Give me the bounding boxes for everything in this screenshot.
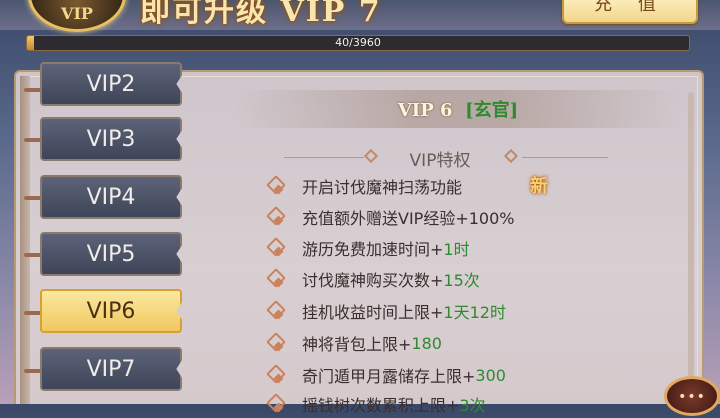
perk-text: 摇钱树次数累积上限+ <box>302 396 460 415</box>
rank-label: [玄官] <box>465 100 519 121</box>
perk-item: 摇钱树次数累积上限+ 3次 <box>266 390 486 418</box>
perk-item: 充值额外赠送VIP经验+100% <box>266 203 514 231</box>
perk-item: 讨伐魔神购买次数+ 15次 <box>266 265 480 293</box>
detail-title: VIP 6 [玄官] <box>234 96 682 122</box>
tab-peg <box>24 253 42 257</box>
perk-item: 开启讨伐魔神扫荡功能 <box>266 172 462 200</box>
vip-level-label: VIP 6 <box>397 100 453 121</box>
tab-vip7[interactable]: VIP7 <box>40 347 182 391</box>
perk-item: 奇门遁甲月露储存上限+ 300 <box>266 361 506 389</box>
perk-value: 3次 <box>459 396 486 415</box>
diamond-bullet-icon <box>266 395 284 413</box>
diamond-bullet-icon <box>266 366 284 384</box>
divider-right <box>522 157 608 158</box>
perk-value: 300 <box>475 365 506 385</box>
vip-emblem-label: VIP <box>61 4 93 23</box>
chat-bubble-icon: ••• <box>678 389 706 405</box>
perk-value: 1天12时 <box>443 303 506 322</box>
diamond-bullet-icon <box>266 177 284 195</box>
upgrade-title: 即可升级 VIP 7 <box>140 0 382 29</box>
detail-scrollbar[interactable] <box>688 92 694 404</box>
diamond-bullet-icon <box>266 270 284 288</box>
tab-rail <box>20 76 30 404</box>
perk-text: 神将背包上限+ <box>302 335 412 354</box>
perk-item: 神将背包上限+ 180 <box>266 329 442 357</box>
tab-vip6[interactable]: VIP6 <box>40 289 182 333</box>
perk-text: 讨伐魔神购买次数+ <box>302 271 444 290</box>
vip-progress-bar: 40/3960 <box>26 35 690 51</box>
perk-text: 充值额外赠送VIP经验+100% <box>302 209 515 228</box>
tab-vip3[interactable]: VIP3 <box>40 117 182 161</box>
diamond-bullet-icon <box>266 208 284 226</box>
perk-value: 15次 <box>443 271 480 290</box>
recharge-button[interactable]: 充 值 <box>562 0 698 24</box>
divider-left <box>284 157 364 158</box>
diamond-bullet-icon <box>266 334 284 352</box>
tab-peg <box>24 369 42 373</box>
vip-progress-text: 40/3960 <box>335 36 381 49</box>
tab-peg <box>24 138 42 142</box>
perk-text: 奇门遁甲月露储存上限+ <box>302 367 476 386</box>
perk-item: 游历免费加速时间+ 1时 <box>266 234 470 262</box>
diamond-bullet-icon <box>266 239 284 257</box>
tab-vip4[interactable]: VIP4 <box>40 175 182 219</box>
perk-text: 挂机收益时间上限+ <box>302 303 444 322</box>
tab-vip5[interactable]: VIP5 <box>40 232 182 276</box>
chat-button[interactable]: ••• <box>664 376 720 416</box>
diamond-bullet-icon <box>266 302 284 320</box>
perk-item: 挂机收益时间上限+ 1天12时 <box>266 297 506 325</box>
tab-peg <box>24 196 42 200</box>
perk-value: 180 <box>411 333 442 353</box>
perk-value: 1时 <box>443 240 470 259</box>
perk-text: 游历免费加速时间+ <box>302 240 444 259</box>
new-badge: 新 <box>530 176 548 197</box>
privileges-heading: VIP特权 <box>409 151 471 171</box>
perk-text: 开启讨伐魔神扫荡功能 <box>302 178 463 197</box>
tab-peg <box>24 88 42 92</box>
tab-peg <box>24 311 42 315</box>
tab-vip2[interactable]: VIP2 <box>40 62 182 106</box>
